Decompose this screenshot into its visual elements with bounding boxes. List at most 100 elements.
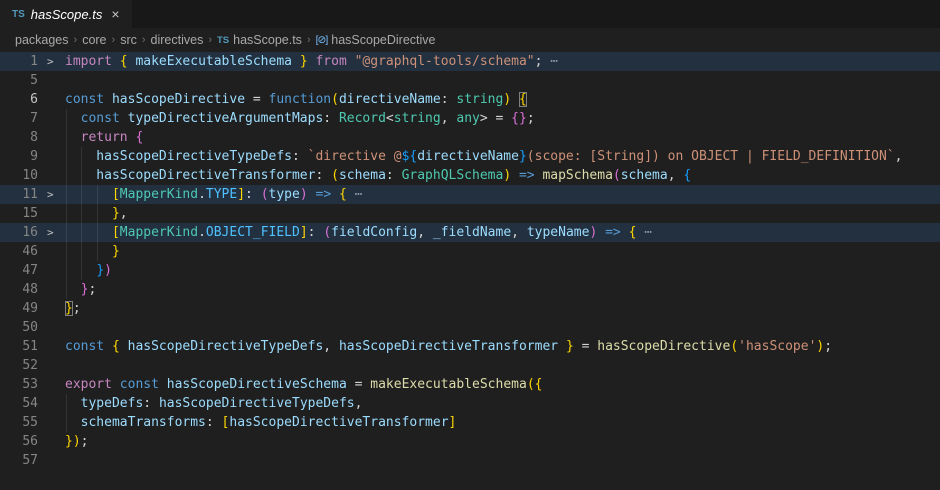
code-line[interactable]: 53 export const hasScopeDirectiveSchema … [0,375,940,394]
code-token: ( [613,168,621,183]
code-token: = [355,377,371,392]
code-token: ( [527,377,535,392]
line-number: 7 [0,109,38,128]
breadcrumb-item-packages[interactable]: packages [15,33,69,47]
indent-guide [66,242,67,261]
code-line[interactable]: 54 typeDefs: hasScopeDirectiveTypeDefs, [0,394,940,413]
code-line[interactable]: 52 [0,356,940,375]
code-token: ; [824,339,832,354]
breadcrumb-item-hasscopedirective[interactable]: [⊘]hasScopeDirective [316,33,436,47]
code-token: hasScopeDirective [104,92,253,107]
code-token: { [135,130,143,145]
code-line[interactable]: 8 return { [0,128,940,147]
fold-chevron-icon[interactable]: > [38,223,65,242]
code-line[interactable]: 5 [0,71,940,90]
breadcrumb-item-src[interactable]: src [120,33,137,47]
code-token: ( [331,92,339,107]
code-token: { [120,54,128,69]
code-line[interactable]: 15 }, [0,204,940,223]
breadcrumb: packages›core›src›directives›TShasScope.… [0,28,940,52]
code-line[interactable]: 1>import { makeExecutableSchema } from "… [0,52,940,71]
code-token [347,54,355,69]
code-text: }; [65,299,940,318]
line-number: 54 [0,394,38,413]
code-token: ${ [402,149,418,164]
code-token: schemaTransforms [65,415,206,430]
code-token: GraphQLSchema [402,168,504,183]
fold-chevron-icon[interactable]: > [38,185,65,204]
code-token: : [441,92,457,107]
breadcrumb-item-directives[interactable]: directives [151,33,204,47]
code-token: ) [503,92,511,107]
code-line[interactable]: 10 hasScopeDirectiveTransformer: (schema… [0,166,940,185]
code-token: } [519,149,527,164]
code-line[interactable]: 46 } [0,242,940,261]
code-line[interactable]: 6 const hasScopeDirective = function(dir… [0,90,940,109]
line-number: 15 [0,204,38,223]
code-token: => [316,187,332,202]
code-token: _fieldName [433,225,511,240]
code-token: = [574,339,597,354]
code-line[interactable]: 16> [MapperKind.OBJECT_FIELD]: (fieldCon… [0,223,940,242]
line-number: 49 [0,299,38,318]
code-token: ; [81,434,89,449]
line-number: 16 [0,223,38,242]
code-line[interactable]: 47 }) [0,261,940,280]
breadcrumb-item-hasscope-ts[interactable]: TShasScope.ts [217,33,302,47]
code-token: ] [237,187,245,202]
code-token: : [206,415,222,430]
code-token: } [112,206,120,221]
indent-guide [81,261,82,280]
indent-guide [66,166,67,185]
code-line[interactable]: 48 }; [0,280,940,299]
gutter-spacer [38,71,65,90]
gutter-spacer [38,109,65,128]
code-token: hasScopeDirectiveTransformer [229,415,448,430]
gutter-spacer [38,451,65,470]
code-line[interactable]: 9 hasScopeDirectiveTypeDefs: `directive … [0,147,940,166]
code-token: , [355,396,363,411]
code-token: string [456,92,503,107]
code-line[interactable]: 7 const typeDirectiveArgumentMaps: Recor… [0,109,940,128]
code-editor[interactable]: 1>import { makeExecutableSchema } from "… [0,52,940,470]
code-token: OBJECT_FIELD [206,225,300,240]
code-line[interactable]: 57 [0,451,940,470]
code-token: ; [88,282,96,297]
code-token: directiveName [417,149,519,164]
indent-guide [81,242,82,261]
indent-guide [81,204,82,223]
close-tab-icon[interactable]: × [111,7,119,21]
code-text: hasScopeDirectiveTransformer: (schema: G… [65,166,940,185]
code-token: ⋯ [347,187,363,202]
code-text: schemaTransforms: [hasScopeDirectiveTran… [65,413,940,432]
code-line[interactable]: 50 [0,318,940,337]
code-line[interactable]: 11> [MapperKind.TYPE]: (type) => { ⋯ [0,185,940,204]
indent-guide [81,166,82,185]
code-text: }); [65,432,940,451]
indent-guide [81,185,82,204]
fold-chevron-icon[interactable]: > [38,52,65,71]
code-line[interactable]: 56 }); [0,432,940,451]
code-token: , [441,111,457,126]
code-token: schema [339,168,386,183]
chevron-right-icon: › [112,34,116,46]
code-line[interactable]: 51 const { hasScopeDirectiveTypeDefs, ha… [0,337,940,356]
code-token: > = [480,111,511,126]
breadcrumb-item-core[interactable]: core [82,33,106,47]
indent-guide [66,128,67,147]
code-line[interactable]: 55 schemaTransforms: [hasScopeDirectiveT… [0,413,940,432]
code-line[interactable]: 49 }; [0,299,940,318]
gutter-spacer [38,318,65,337]
code-token: const [120,377,159,392]
code-token: . [198,225,206,240]
indent-guide [66,394,67,413]
indent-guide [97,204,98,223]
line-number: 11 [0,185,38,204]
code-token: ; [527,111,535,126]
line-number: 10 [0,166,38,185]
tab-hasscope[interactable]: TS hasScope.ts × [0,0,132,28]
gutter-spacer [38,432,65,451]
code-token: : [323,111,339,126]
code-token: ( [261,187,269,202]
vscode-window: TS hasScope.ts × packages›core›src›direc… [0,0,940,490]
